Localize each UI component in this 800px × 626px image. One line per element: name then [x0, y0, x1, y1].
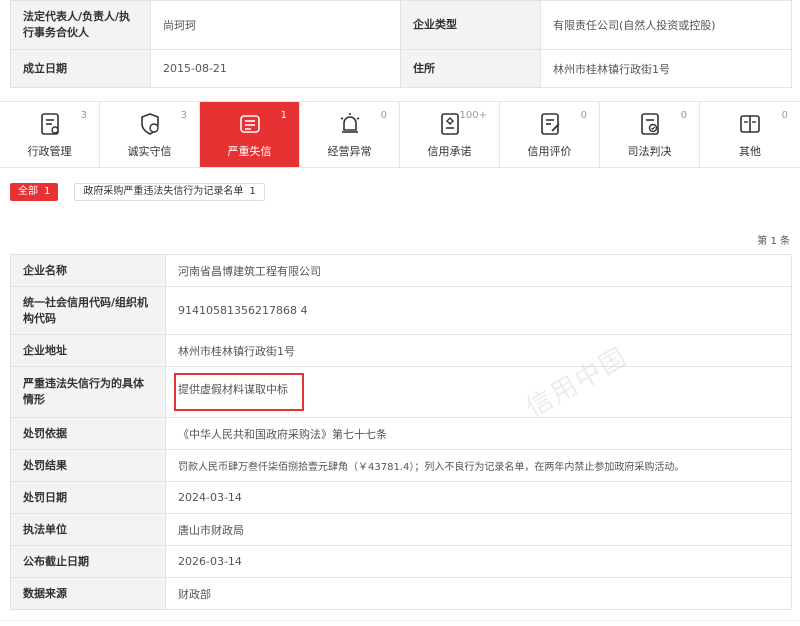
detail-label: 处罚结果	[10, 449, 166, 482]
detail-label: 处罚日期	[10, 481, 166, 514]
table-row: 企业地址 林州市桂林镇行政街1号	[10, 334, 792, 367]
filter-procurement-label: 政府采购严重违法失信行为记录名单	[83, 186, 244, 197]
detail-label: 严重违法失信行为的具体情形	[10, 366, 166, 418]
tab-count: 0	[781, 110, 788, 121]
divider	[0, 620, 800, 621]
tab-credit-evaluation[interactable]: 0 信用评价	[500, 102, 600, 167]
address-value: 林州市桂林镇行政街1号	[540, 49, 792, 88]
detail-label: 公布截止日期	[10, 545, 166, 578]
detail-label: 企业地址	[10, 334, 166, 367]
detail-label: 处罚依据	[10, 417, 166, 450]
serious-dishonesty-icon	[239, 115, 260, 133]
detail-value: 《中华人民共和国政府采购法》第七十七条	[165, 417, 792, 450]
detail-label: 执法单位	[10, 513, 166, 546]
tab-count: 100+	[459, 110, 487, 121]
filter-procurement-count: 1	[249, 186, 256, 197]
detail-label: 企业名称	[10, 254, 166, 287]
table-row: 处罚日期 2024-03-14	[10, 481, 792, 514]
detail-value: 罚款人民币肆万叁仟柒佰捌拾壹元肆角（￥43781.4）；列入不良行为记录名单，在…	[165, 449, 792, 482]
filter-procurement-chip[interactable]: 政府采购严重违法失信行为记录名单 1	[74, 183, 265, 201]
filter-all-label: 全部	[18, 186, 38, 197]
company-type-value: 有限责任公司(自然人投资或控股)	[540, 0, 792, 50]
table-row: 数据来源 财政部	[10, 577, 792, 610]
record-count: 第 1 条	[757, 236, 790, 247]
tab-count: 0	[680, 110, 687, 121]
company-info-table: 法定代表人/负责人/执行事务合伙人 尚珂珂 企业类型 有限责任公司(自然人投资或…	[10, 0, 792, 88]
tab-count: 3	[180, 110, 187, 121]
judgment-icon	[640, 113, 659, 135]
tab-label: 信用承诺	[427, 145, 472, 158]
table-row: 严重违法失信行为的具体情形 提供虚假材料谋取中标	[10, 366, 792, 418]
detail-value: 91410581356217868 4	[165, 286, 792, 335]
tab-count: 0	[380, 110, 387, 121]
tab-credit-promise[interactable]: 100+ 信用承诺	[400, 102, 500, 167]
detail-value: 2026-03-14	[165, 545, 792, 578]
tab-label: 行政管理	[27, 145, 72, 158]
table-row: 处罚结果 罚款人民币肆万叁仟柒佰捌拾壹元肆角（￥43781.4）；列入不良行为记…	[10, 449, 792, 482]
tab-label: 其他	[739, 145, 761, 158]
tab-count: 0	[580, 110, 587, 121]
filter-row: 全部 1 政府采购严重违法失信行为记录名单 1	[10, 183, 265, 201]
tab-label: 诚实守信	[127, 145, 172, 158]
record-detail-table: 企业名称 河南省昌博建筑工程有限公司 统一社会信用代码/组织机构代码 91410…	[10, 254, 792, 610]
honesty-icon	[140, 113, 159, 135]
founded-date-label: 成立日期	[10, 49, 151, 88]
category-tab-bar: 3 行政管理 3 诚实守信 1 严重失信 0 经营异常 100+ 信用承诺 0 …	[0, 101, 800, 168]
tab-abnormal-operation[interactable]: 0 经营异常	[300, 102, 400, 167]
tab-other[interactable]: 0 其他	[700, 102, 800, 167]
tab-label: 严重失信	[227, 145, 272, 158]
address-label: 住所	[400, 49, 541, 88]
filter-all-chip[interactable]: 全部 1	[10, 183, 59, 201]
legal-rep-label: 法定代表人/负责人/执行事务合伙人	[10, 0, 151, 50]
admin-icon	[40, 113, 59, 135]
filter-all-count: 1	[44, 186, 51, 197]
tab-count: 3	[80, 110, 87, 121]
tab-judicial-judgment[interactable]: 0 司法判决	[600, 102, 700, 167]
detail-value: 唐山市财政局	[165, 513, 792, 546]
detail-value: 林州市桂林镇行政街1号	[165, 334, 792, 367]
table-row: 公布截止日期 2026-03-14	[10, 545, 792, 578]
highlighted-violation-text: 提供虚假材料谋取中标	[174, 373, 304, 411]
tab-admin[interactable]: 3 行政管理	[0, 102, 100, 167]
tab-serious-dishonesty[interactable]: 1 严重失信	[200, 102, 300, 167]
evaluation-icon	[540, 113, 560, 135]
detail-label: 数据来源	[10, 577, 166, 610]
tab-count: 1	[280, 110, 287, 121]
tab-label: 司法判决	[627, 145, 672, 158]
legal-rep-value: 尚珂珂	[150, 0, 401, 50]
table-row: 统一社会信用代码/组织机构代码 91410581356217868 4	[10, 286, 792, 335]
founded-date-value: 2015-08-21	[150, 49, 401, 88]
table-row: 执法单位 唐山市财政局	[10, 513, 792, 546]
tab-label: 经营异常	[327, 145, 372, 158]
alarm-icon	[340, 113, 359, 133]
detail-value: 财政部	[165, 577, 792, 610]
company-type-label: 企业类型	[400, 0, 541, 50]
tab-label: 信用评价	[527, 145, 572, 158]
detail-value: 2024-03-14	[165, 481, 792, 514]
tab-honesty[interactable]: 3 诚实守信	[100, 102, 200, 167]
other-icon	[740, 115, 760, 133]
table-row: 处罚依据 《中华人民共和国政府采购法》第七十七条	[10, 417, 792, 450]
detail-value: 河南省昌博建筑工程有限公司	[165, 254, 792, 287]
table-row: 企业名称 河南省昌博建筑工程有限公司	[10, 254, 792, 287]
detail-label: 统一社会信用代码/组织机构代码	[10, 286, 166, 335]
